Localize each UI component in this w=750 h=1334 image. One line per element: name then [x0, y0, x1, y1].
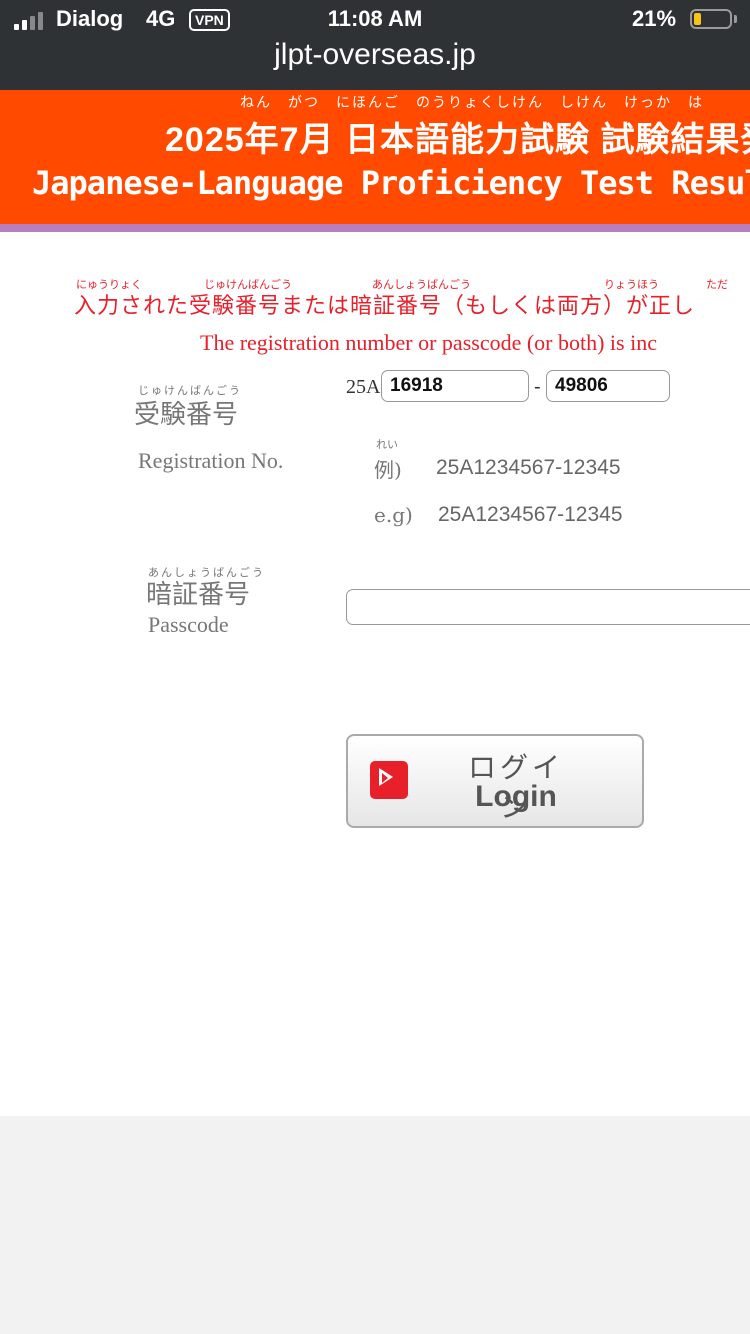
play-icon [370, 761, 408, 799]
banner-ruby: ねん がつ にほんご のうりょくしけん しけん けっか は [240, 94, 704, 110]
registration-suffix-input[interactable] [546, 370, 670, 402]
example-ruby: れい [376, 439, 398, 451]
login-label-en: Login [475, 780, 557, 813]
registration-label-jp: 受験番号 [134, 400, 239, 430]
battery-icon [690, 9, 732, 29]
error-message-en: The registration number or passcode (or … [200, 330, 657, 355]
header-banner: ねん がつ にほんご のうりょくしけん しけん けっか は 2025年7月 日本… [0, 90, 750, 224]
registration-prefix: 25A [346, 376, 381, 398]
passcode-input[interactable] [346, 589, 750, 625]
example-value-jp: 25A1234567-12345 [436, 456, 621, 479]
passcode-label-jp: 暗証番号 [146, 580, 251, 610]
example-label-jp: 例) [374, 458, 402, 482]
banner-title: 2025年7月 日本語能力試験 試験結果発 [165, 121, 750, 159]
status-bar: Dialog 4G VPN 11:08 AM 21% jlpt-overseas… [0, 0, 750, 90]
registration-separator: - [534, 376, 541, 398]
address-bar-url[interactable]: jlpt-overseas.jp [0, 38, 750, 72]
banner-subtitle: Japanese-Language Proficiency Test Resul… [32, 164, 750, 202]
passcode-label-en: Passcode [148, 612, 229, 637]
example-value-en: 25A1234567-12345 [438, 503, 623, 526]
banner-divider [0, 224, 750, 232]
error-message-jp: 入力された受験番号または暗証番号（もしくは両方）が正し [74, 294, 696, 319]
login-button[interactable]: ログイン Login [346, 734, 644, 828]
login-form: にゅうりょく じゅけんばんごう あんしょうばんごう りょうほう ただ 入力された… [0, 232, 750, 1116]
registration-label-en: Registration No. [138, 448, 284, 473]
error-ruby: ただ [706, 279, 728, 291]
registration-number-input[interactable] [381, 370, 529, 402]
battery-cap [734, 15, 737, 23]
battery-percent: 21% [632, 6, 677, 31]
example-label-en: e.g) [374, 503, 413, 527]
